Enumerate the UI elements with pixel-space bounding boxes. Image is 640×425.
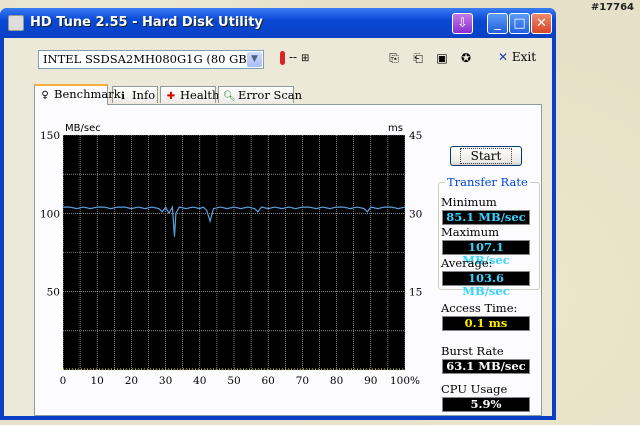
window-title: HD Tune 2.55 - Hard Disk Utility	[30, 15, 263, 30]
y-axis-label-left: MB/sec	[65, 123, 101, 134]
y-tick-label-left: 100	[40, 208, 60, 220]
y-tick-label-right: 30	[409, 208, 422, 220]
maximum-value: 107.1 MB/sec	[442, 240, 530, 267]
x-tick-label: 40	[193, 375, 206, 387]
x-tick-label: 20	[125, 375, 138, 387]
benchmark-icon: ♀	[41, 90, 49, 101]
y-tick-label-right: 45	[409, 130, 422, 142]
x-tick-label: 100%	[390, 375, 420, 387]
x-tick-label: 90	[364, 375, 377, 387]
x-tick-label: 10	[91, 375, 104, 387]
app-icon	[8, 15, 24, 31]
cpu-usage-value: 5.9%	[442, 397, 530, 412]
y-tick-label-left: 150	[40, 130, 60, 142]
average-label: Average:	[441, 256, 493, 270]
minimum-value: 85.1 MB/sec	[442, 210, 530, 225]
minimize-button[interactable]: _	[487, 13, 508, 34]
x-tick-label: 30	[159, 375, 172, 387]
y-tick-label-left: 50	[47, 287, 60, 299]
access-time-value: 0.1 ms	[442, 316, 530, 331]
x-tick-label: 80	[330, 375, 343, 387]
transfer-rate-title: Transfer Rate	[445, 175, 530, 189]
x-tick-label: 70	[296, 375, 309, 387]
tab-benchmark-label: Benchmark	[54, 87, 121, 101]
x-tick-label: 0	[60, 375, 67, 387]
client-area: INTEL SSDSA2MH080G1G (80 GB) ▼ -- ⊞ ⎘ ⎗ …	[4, 38, 552, 416]
minimum-label: Minimum	[441, 195, 497, 209]
average-value: 103.6 MB/sec	[442, 271, 530, 298]
burst-rate-label: Burst Rate	[441, 344, 504, 358]
title-bar[interactable]: HD Tune 2.55 - Hard Disk Utility ⇩ _ □ ✕	[0, 8, 556, 38]
y-tick-label-right: 15	[409, 287, 422, 299]
maximize-button[interactable]: □	[509, 13, 530, 34]
y-axis-label-right: ms	[388, 123, 403, 134]
cpu-usage-label: CPU Usage	[441, 382, 508, 396]
watermark-text: #17764	[590, 2, 634, 13]
close-button[interactable]: ✕	[531, 13, 552, 34]
tab-benchmark[interactable]: ♀ Benchmark	[34, 84, 121, 105]
app-window: HD Tune 2.55 - Hard Disk Utility ⇩ _ □ ✕…	[0, 8, 556, 420]
start-button[interactable]: Start	[450, 146, 522, 166]
x-tick-label: 50	[227, 375, 240, 387]
burst-rate-value: 63.1 MB/sec	[442, 359, 530, 374]
start-button-label: Start	[459, 148, 513, 164]
download-icon[interactable]: ⇩	[452, 13, 473, 34]
x-tick-label: 60	[262, 375, 275, 387]
access-time-label: Access Time:	[441, 301, 518, 315]
maximum-label: Maximum	[441, 225, 500, 239]
